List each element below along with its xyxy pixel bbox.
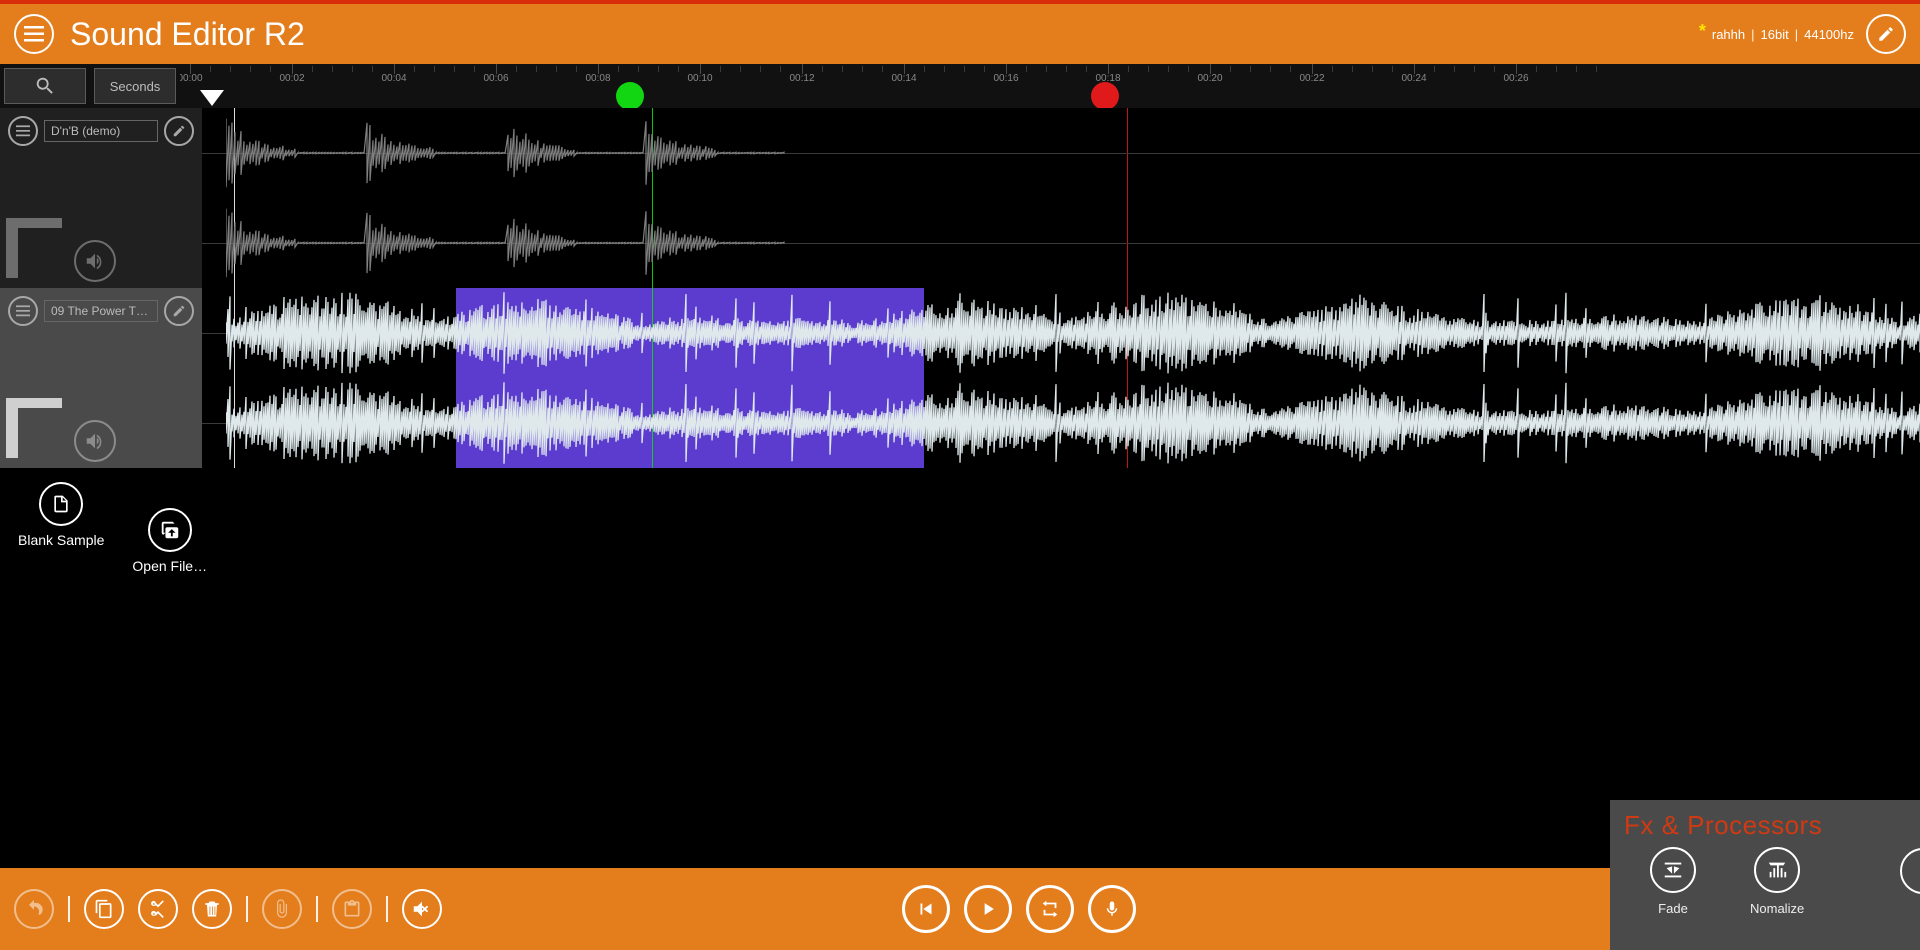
attach-button[interactable] — [262, 889, 302, 929]
header-edit-button[interactable] — [1866, 14, 1906, 54]
timeline-ruler[interactable]: 00:00 00:02 00:04 00:06 00:08 00:10 00:12 00:14… — [180, 64, 1920, 108]
fx-normalize-button[interactable]: Nomalize — [1750, 847, 1804, 916]
track-name: D'n'B (demo) — [44, 120, 158, 142]
ruler-label: 00:08 — [585, 73, 610, 84]
copy-button[interactable] — [84, 889, 124, 929]
track-edit-button[interactable] — [164, 116, 194, 146]
track-volume-button[interactable] — [74, 420, 116, 462]
ruler-label: 00:00 — [180, 73, 203, 84]
ruler-label: 00:16 — [993, 73, 1018, 84]
ruler-label: 00:06 — [483, 73, 508, 84]
tracks-area: D'n'B (demo) 09 The Power That… — [0, 108, 1920, 868]
menu-button[interactable] — [14, 14, 54, 54]
sample-rate: 44100hz — [1804, 27, 1854, 42]
delete-button[interactable] — [192, 889, 232, 929]
fx-panel-title: Fx & Processors — [1624, 810, 1906, 841]
app-title: Sound Editor R2 — [70, 16, 305, 53]
marker-end-icon[interactable] — [1091, 82, 1119, 108]
playhead-icon[interactable] — [200, 90, 224, 106]
skip-back-button[interactable] — [902, 885, 950, 933]
fx-fade-button[interactable]: Fade — [1650, 847, 1696, 916]
ruler-label: 00:10 — [687, 73, 712, 84]
ruler-label: 00:20 — [1197, 73, 1222, 84]
record-button[interactable] — [1088, 885, 1136, 933]
play-button[interactable] — [964, 885, 1012, 933]
ruler-label: 00:04 — [381, 73, 406, 84]
toolbar-row: Seconds 00:0000:0200:0400:0600:0800:1000… — [0, 64, 1920, 108]
track-head: D'n'B (demo) — [0, 108, 202, 288]
time-unit-button[interactable]: Seconds — [94, 68, 176, 104]
marker-start-icon[interactable] — [616, 82, 644, 108]
track-fader[interactable] — [6, 398, 62, 458]
open-file-button[interactable]: Open File… — [132, 508, 207, 574]
track-fader[interactable] — [6, 218, 62, 278]
track-edit-button[interactable] — [164, 296, 194, 326]
track: D'n'B (demo) — [0, 108, 1920, 288]
ruler-label: 00:22 — [1299, 73, 1324, 84]
ruler-label: 00:26 — [1503, 73, 1528, 84]
paste-button[interactable] — [332, 889, 372, 929]
track-waveform[interactable] — [202, 108, 1920, 288]
bit-depth: 16bit — [1761, 27, 1789, 42]
track-menu-button[interactable] — [8, 296, 38, 326]
blank-sample-button[interactable]: Blank Sample — [18, 482, 104, 548]
fx-panel: Fx & Processors Fade Nomalize — [1610, 800, 1920, 950]
loop-button[interactable] — [1026, 885, 1074, 933]
ruler-label: 00:24 — [1401, 73, 1426, 84]
header-status: * rahhh | 16bit | 44100hz — [1699, 24, 1854, 45]
track-menu-button[interactable] — [8, 116, 38, 146]
cut-button[interactable] — [138, 889, 178, 929]
ruler-label: 00:12 — [789, 73, 814, 84]
session-name: rahhh — [1712, 27, 1745, 42]
track-waveform[interactable] — [202, 288, 1920, 468]
asset-row: Blank Sample Open File… — [0, 468, 1920, 588]
track-name: 09 The Power That… — [44, 300, 158, 322]
track-volume-button[interactable] — [74, 240, 116, 282]
mute-button[interactable] — [402, 889, 442, 929]
track-head: 09 The Power That… — [0, 288, 202, 468]
ruler-label: 00:14 — [891, 73, 916, 84]
undo-button[interactable] — [14, 889, 54, 929]
modified-star-icon: * — [1699, 21, 1706, 42]
app-header: Sound Editor R2 * rahhh | 16bit | 44100h… — [0, 0, 1920, 64]
zoom-button[interactable] — [4, 68, 86, 104]
track: 09 The Power That… — [0, 288, 1920, 468]
ruler-label: 00:02 — [279, 73, 304, 84]
